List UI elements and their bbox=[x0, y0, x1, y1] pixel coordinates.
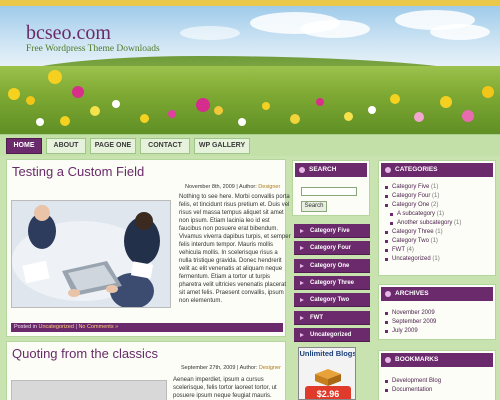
post-meta: November 8th, 2009 | Author: Designer bbox=[185, 184, 280, 190]
archives-list: November 2009 September 2009 July 2009 bbox=[385, 309, 436, 336]
nav-contact[interactable]: CONTACT bbox=[140, 138, 190, 154]
list-item[interactable]: FWT (4) bbox=[385, 246, 461, 255]
arrow-right-icon bbox=[300, 281, 304, 285]
bullet-icon bbox=[385, 357, 391, 363]
categories-heading: CATEGORIES bbox=[381, 163, 493, 177]
nav-wp-gallery[interactable]: WP GALLERY bbox=[194, 138, 250, 154]
category-button[interactable]: Category Four bbox=[294, 241, 370, 255]
archives-heading-label: ARCHIVES bbox=[395, 290, 429, 297]
category-button[interactable]: FWT bbox=[294, 311, 370, 325]
category-button-label: Category Five bbox=[310, 228, 350, 234]
post-title[interactable]: Quoting from the classics bbox=[12, 346, 158, 361]
site-tagline: Free Wordpress Theme Downloads bbox=[26, 44, 160, 54]
list-item[interactable]: Development Blog bbox=[385, 377, 441, 386]
category-button[interactable]: Category Three bbox=[294, 276, 370, 290]
nav-home[interactable]: HOME bbox=[6, 138, 42, 154]
search-widget: SEARCH Search bbox=[292, 160, 370, 216]
list-item[interactable]: Category Four (1) bbox=[385, 192, 461, 201]
category-button-label: Uncategorized bbox=[310, 332, 352, 338]
header-banner: bcseo.com Free Wordpress Theme Downloads bbox=[0, 0, 500, 134]
categories-list: Category Five (1) Category Four (1) Cate… bbox=[385, 183, 461, 264]
arrow-right-icon bbox=[300, 316, 304, 320]
post-excerpt: Nothing to see here. Morbi convallis por… bbox=[179, 194, 291, 304]
bullet-icon bbox=[299, 167, 305, 173]
category-button-label: FWT bbox=[310, 315, 323, 321]
post-excerpt: Aenean imperdiet, ipsum a cursus sceleri… bbox=[173, 377, 277, 399]
category-button[interactable]: Uncategorized bbox=[294, 328, 370, 342]
flower-meadow bbox=[0, 66, 500, 134]
list-item[interactable]: Category Two (1) bbox=[385, 237, 461, 246]
post-title[interactable]: Testing a Custom Field bbox=[12, 164, 144, 179]
post-date: September 27th, 2009 bbox=[181, 365, 236, 371]
category-button[interactable]: Category One bbox=[294, 259, 370, 273]
arrow-right-icon bbox=[300, 246, 304, 250]
categories-widget: CATEGORIES Category Five (1) Category Fo… bbox=[378, 160, 496, 276]
post-author-link[interactable]: Designer bbox=[259, 365, 281, 371]
comments-link[interactable]: No Comments » bbox=[78, 324, 118, 330]
search-button[interactable]: Search bbox=[301, 201, 327, 212]
post-date: November 8th, 2009 bbox=[185, 184, 235, 190]
ad-banner[interactable]: Unlimited Blogs $2.96 bbox=[298, 347, 356, 400]
search-input[interactable] bbox=[301, 187, 357, 196]
post-image bbox=[11, 380, 167, 400]
box-icon bbox=[315, 369, 341, 386]
archives-widget: ARCHIVES November 2009 September 2009 Ju… bbox=[378, 284, 496, 340]
category-button-label: Category Two bbox=[310, 297, 350, 303]
arrow-right-icon bbox=[300, 298, 304, 302]
archives-heading: ARCHIVES bbox=[381, 287, 493, 301]
list-item[interactable]: Documentation bbox=[385, 386, 441, 395]
nav-page-one[interactable]: PAGE ONE bbox=[90, 138, 136, 154]
bullet-icon bbox=[385, 291, 391, 297]
bookmarks-list: Development Blog Documentation bbox=[385, 377, 441, 395]
category-button[interactable]: Category Two bbox=[294, 293, 370, 307]
bookmarks-heading: BOOKMARKS bbox=[381, 353, 493, 367]
author-label: | Author: bbox=[236, 184, 257, 190]
posted-in-label: Posted in bbox=[14, 324, 37, 330]
main-navigation: HOME ABOUT PAGE ONE CONTACT WP GALLERY bbox=[0, 134, 500, 156]
categories-heading-label: CATEGORIES bbox=[395, 166, 438, 173]
search-heading-label: SEARCH bbox=[309, 166, 337, 173]
list-item[interactable]: A subcategory (1) bbox=[385, 210, 461, 219]
list-item[interactable]: Category One (2) bbox=[385, 201, 461, 210]
search-heading: SEARCH bbox=[295, 163, 367, 177]
post-meta: September 27th, 2009 | Author: Designer bbox=[181, 365, 281, 371]
ad-price: $2.96 bbox=[305, 386, 351, 399]
list-item[interactable]: September 2009 bbox=[385, 318, 436, 327]
ad-title: Unlimited Blogs bbox=[299, 349, 356, 358]
post-image bbox=[11, 200, 171, 308]
category-button-label: Category Four bbox=[310, 245, 352, 251]
post-card: Quoting from the classics September 27th… bbox=[6, 341, 286, 400]
bookmarks-widget: BOOKMARKS Development Blog Documentation bbox=[378, 350, 496, 400]
bullet-icon bbox=[385, 167, 391, 173]
list-item[interactable]: Uncategorized (1) bbox=[385, 255, 461, 264]
arrow-right-icon bbox=[300, 264, 304, 268]
arrow-right-icon bbox=[300, 229, 304, 233]
category-button[interactable]: Category Five bbox=[294, 224, 370, 238]
category-button-label: Category Three bbox=[310, 280, 355, 286]
nav-about[interactable]: ABOUT bbox=[46, 138, 86, 154]
post-author-link[interactable]: Designer bbox=[258, 184, 280, 190]
post-card: Testing a Custom Field November 8th, 200… bbox=[6, 159, 291, 337]
post-footer: Posted in Uncategorized | No Comments » bbox=[11, 323, 283, 332]
category-button-label: Category One bbox=[310, 263, 350, 269]
arrow-right-icon bbox=[300, 333, 304, 337]
category-link[interactable]: Uncategorized bbox=[38, 324, 73, 330]
list-item[interactable]: Another subcategory (1) bbox=[385, 219, 461, 228]
bookmarks-heading-label: BOOKMARKS bbox=[395, 356, 439, 363]
site-title[interactable]: bcseo.com bbox=[26, 22, 111, 45]
author-label: | Author: bbox=[236, 365, 258, 371]
list-item[interactable]: July 2009 bbox=[385, 327, 436, 336]
list-item[interactable]: Category Five (1) bbox=[385, 183, 461, 192]
list-item[interactable]: November 2009 bbox=[385, 309, 436, 318]
list-item[interactable]: Category Three (1) bbox=[385, 228, 461, 237]
